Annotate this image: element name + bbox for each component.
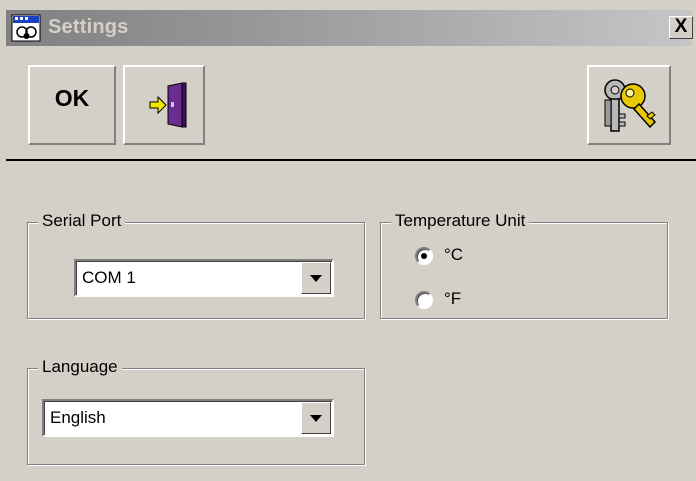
language-select[interactable]: English <box>42 399 334 437</box>
temperature-unit-label: Temperature Unit <box>391 211 530 231</box>
chevron-down-icon[interactable] <box>301 262 331 294</box>
close-icon: X <box>674 16 688 37</box>
close-button[interactable]: X <box>669 16 693 39</box>
door-exit-icon <box>149 82 187 128</box>
temperature-unit-group: Temperature Unit °C °F <box>380 211 668 319</box>
app-icon <box>11 14 41 42</box>
language-group: Language English <box>27 357 365 465</box>
serial-port-label: Serial Port <box>38 211 126 231</box>
key-button[interactable] <box>587 65 671 145</box>
title-bar[interactable]: Settings X <box>6 10 693 46</box>
exit-button[interactable] <box>123 65 205 145</box>
serial-port-value: COM 1 <box>82 268 136 287</box>
language-label: Language <box>38 357 122 377</box>
fahrenheit-label: °F <box>444 289 462 308</box>
celsius-label: °C <box>444 245 464 264</box>
radio-button-unchecked[interactable] <box>415 291 433 309</box>
language-value: English <box>50 408 106 427</box>
serial-port-group: Serial Port COM 1 <box>27 211 365 319</box>
serial-port-select[interactable]: COM 1 <box>74 259 334 297</box>
settings-window: Settings X OK Serial Port COM 1 Temperat… <box>0 0 696 481</box>
chevron-down-icon[interactable] <box>301 402 331 434</box>
ok-button[interactable]: OK <box>28 65 116 145</box>
toolbar-separator <box>6 159 696 161</box>
radio-button-checked[interactable] <box>415 247 433 265</box>
keys-icon <box>604 79 657 132</box>
window-title: Settings <box>48 16 129 38</box>
